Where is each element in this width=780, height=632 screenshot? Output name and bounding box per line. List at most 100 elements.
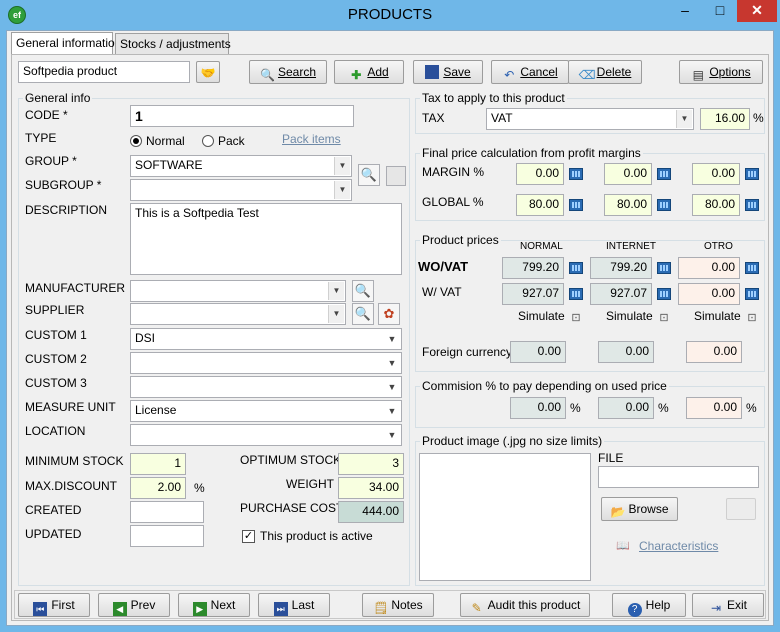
max-discount-input[interactable]: 2.00 — [130, 477, 186, 499]
calculator-icon[interactable] — [657, 199, 671, 211]
commission-normal-value[interactable]: 0.00 — [510, 397, 566, 419]
exit-button[interactable]: ⇥ Exit — [692, 593, 764, 617]
simulate-normal-label: Simulate — [518, 309, 565, 323]
tab-stocks-adjustments[interactable]: Stocks / adjustments — [115, 33, 231, 55]
foreign-internet-value[interactable]: 0.00 — [598, 341, 654, 363]
commission-otro-value[interactable]: 0.00 — [686, 397, 742, 419]
type-pack-radio[interactable] — [202, 135, 214, 147]
active-checkbox[interactable]: ✓ — [242, 530, 255, 543]
margin-otro-input[interactable]: 0.00 — [692, 163, 740, 185]
column-normal: NORMAL — [520, 241, 563, 252]
location-combo[interactable]: ▼ — [130, 424, 402, 446]
wovat-internet-value[interactable]: 799.20 — [590, 257, 652, 279]
foreign-normal-value[interactable]: 0.00 — [510, 341, 566, 363]
wvat-internet-value[interactable]: 927.07 — [590, 283, 652, 305]
cancel-button[interactable]: ↶ Cancel — [491, 60, 569, 84]
code-input[interactable]: 1 — [130, 105, 354, 127]
updated-input[interactable] — [130, 525, 204, 547]
supplier-search-icon[interactable]: 🔍 — [352, 303, 374, 325]
next-button[interactable]: ▶ Next — [178, 593, 250, 617]
global-internet-input[interactable]: 80.00 — [604, 194, 652, 216]
tax-rate-input[interactable]: 16.00 — [700, 108, 750, 130]
calculator-icon[interactable] — [745, 262, 759, 274]
calculator-icon[interactable] — [569, 262, 583, 274]
custom1-combo[interactable]: DSI ▼ — [130, 328, 402, 350]
clear-image-button[interactable] — [726, 498, 756, 520]
wovat-normal-value[interactable]: 799.20 — [502, 257, 564, 279]
tax-label: TAX — [422, 111, 445, 125]
first-button[interactable]: ⏮ First — [18, 593, 90, 617]
manufacturer-search-icon[interactable]: 🔍 — [352, 280, 374, 302]
help-button[interactable]: ? Help — [612, 593, 686, 617]
supplier-combo[interactable]: ▼ — [130, 303, 346, 325]
purchase-cost-input[interactable]: 444.00 — [338, 501, 404, 523]
global-normal-input[interactable]: 80.00 — [516, 194, 564, 216]
maximize-button[interactable]: □ — [703, 0, 737, 22]
tax-combo[interactable]: VAT ▼ — [486, 108, 694, 130]
calculator-icon[interactable] — [657, 168, 671, 180]
last-button[interactable]: ⏭ Last — [258, 593, 330, 617]
global-otro-input[interactable]: 80.00 — [692, 194, 740, 216]
products-window: ef PRODUCTS – □ ✕ General information St… — [0, 0, 780, 632]
calculator-icon[interactable] — [569, 168, 583, 180]
wvat-normal-value[interactable]: 927.07 — [502, 283, 564, 305]
close-button[interactable]: ✕ — [737, 0, 777, 22]
product-search-input[interactable]: Softpedia product — [18, 61, 190, 83]
options-button[interactable]: ▤ Options — [679, 60, 763, 84]
delete-button[interactable]: ⌫Delete — [568, 60, 642, 84]
calculator-icon[interactable] — [745, 288, 759, 300]
min-stock-input[interactable]: 1 — [130, 453, 186, 475]
custom2-combo[interactable]: ▼ — [130, 352, 402, 374]
minimize-button[interactable]: – — [668, 0, 702, 22]
projector-icon[interactable]: ⊡ — [657, 312, 671, 324]
foreign-otro-value[interactable]: 0.00 — [686, 341, 742, 363]
prev-icon: ◀ — [112, 602, 127, 616]
search-button[interactable]: 🔍 Search — [249, 60, 327, 84]
updated-label: UPDATED — [25, 527, 82, 541]
description-label: DESCRIPTION — [25, 203, 108, 217]
created-input[interactable] — [130, 501, 204, 523]
measure-unit-combo[interactable]: License ▼ — [130, 400, 402, 422]
simulate-internet-label: Simulate — [606, 309, 653, 323]
margin-normal-input[interactable]: 0.00 — [516, 163, 564, 185]
weight-input[interactable]: 34.00 — [338, 477, 404, 499]
notes-button[interactable]: 🗒 Notes — [362, 593, 434, 617]
calculator-icon[interactable] — [745, 199, 759, 211]
custom3-combo[interactable]: ▼ — [130, 376, 402, 398]
calculator-icon[interactable] — [657, 288, 671, 300]
floppy-icon — [425, 65, 440, 79]
wvat-otro-value[interactable]: 0.00 — [678, 283, 740, 305]
tab-general-information[interactable]: General information — [11, 32, 121, 56]
optimum-stock-input[interactable]: 3 — [338, 453, 404, 475]
add-button[interactable]: ✚ Add — [334, 60, 404, 84]
calculator-icon[interactable] — [657, 262, 671, 274]
calculator-icon[interactable] — [745, 168, 759, 180]
browse-button[interactable]: 📂 Browse — [601, 497, 678, 521]
projector-icon[interactable]: ⊡ — [569, 312, 583, 324]
type-label: TYPE — [25, 131, 57, 145]
audit-button[interactable]: ✎ Audit this product — [460, 593, 590, 617]
type-normal-radio[interactable] — [130, 135, 142, 147]
prev-button[interactable]: ◀ Prev — [98, 593, 170, 617]
manufacturer-combo[interactable]: ▼ — [130, 280, 346, 302]
pack-items-link[interactable]: Pack items — [282, 132, 341, 146]
calculator-icon[interactable] — [569, 288, 583, 300]
projector-icon[interactable]: ⊡ — [745, 312, 759, 324]
characteristics-link[interactable]: Characteristics — [639, 539, 718, 553]
calculator-icon[interactable] — [569, 199, 583, 211]
description-textarea[interactable]: This is a Softpedia Test — [130, 203, 402, 275]
commission-internet-value[interactable]: 0.00 — [598, 397, 654, 419]
file-input[interactable] — [598, 466, 759, 488]
group-search-icon[interactable]: 🔍 — [358, 164, 380, 186]
margins-title: Final price calculation from profit marg… — [420, 146, 643, 160]
supplier-people-icon[interactable]: ✿ — [378, 303, 400, 325]
max-discount-pct: % — [194, 481, 205, 495]
save-button[interactable]: Save — [413, 60, 483, 84]
handshake-icon[interactable]: 🤝 — [196, 61, 220, 83]
subgroup-combo[interactable]: ▼ — [130, 179, 352, 201]
wovat-otro-value[interactable]: 0.00 — [678, 257, 740, 279]
margin-internet-input[interactable]: 0.00 — [604, 163, 652, 185]
foreign-currency-label: Foreign currency — [422, 345, 513, 359]
max-discount-label: MAX.DISCOUNT — [25, 479, 118, 493]
group-combo[interactable]: SOFTWARE ▼ — [130, 155, 352, 177]
